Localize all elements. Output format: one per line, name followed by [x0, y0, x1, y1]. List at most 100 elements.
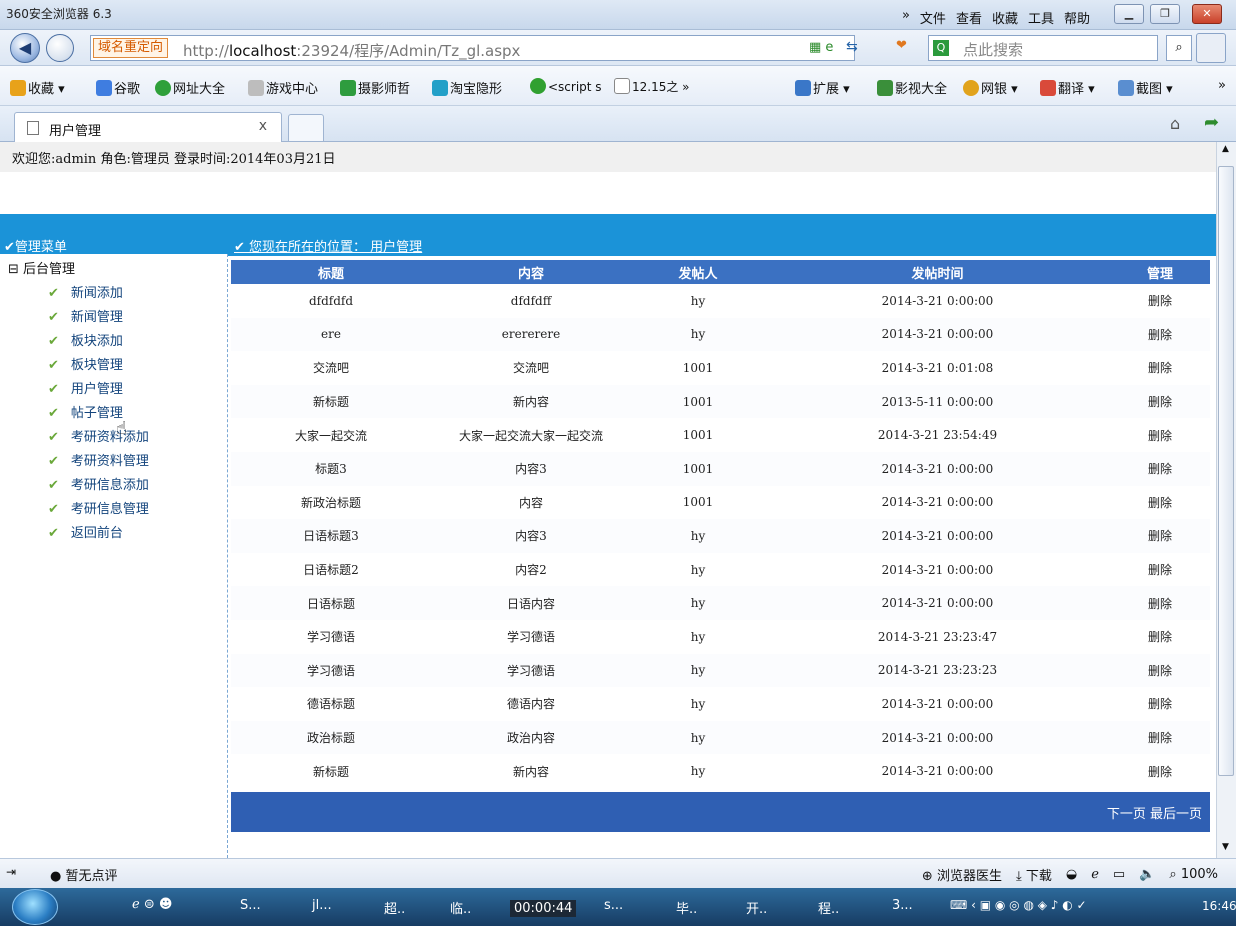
task-item-3[interactable]: 超..	[384, 898, 405, 917]
cell-delete[interactable]: 删除	[1110, 653, 1210, 688]
menu-back-to-front[interactable]: ✔ 返回前台	[48, 522, 123, 541]
fav-item-collect[interactable]: 收藏 ▾	[10, 78, 65, 97]
cell-delete[interactable]: 删除	[1110, 384, 1210, 419]
minimize-button[interactable]: ▁	[1114, 4, 1144, 24]
maximize-button[interactable]: ❐	[1150, 4, 1180, 24]
task-item-1[interactable]: S...	[240, 898, 261, 913]
cell-time: 2014-3-21 23:23:47	[765, 619, 1110, 654]
task-item-8[interactable]: 程..	[818, 898, 839, 917]
cell-delete[interactable]: 删除	[1110, 418, 1210, 452]
redirect-tag[interactable]: 域名重定向	[93, 38, 169, 58]
cell-delete[interactable]: 删除	[1110, 720, 1210, 755]
window-icon[interactable]: ▭	[1113, 867, 1125, 882]
bank-button[interactable]: 网银 ▾	[963, 78, 1018, 97]
screenshot-button[interactable]: 截图 ▾	[1118, 78, 1173, 97]
sound-icon[interactable]: 🔈	[1139, 867, 1155, 882]
quicklaunch-icons[interactable]: ℯ ⊜ ☻	[132, 897, 172, 912]
tray-icons[interactable]: ⌨ ‹ ▣ ◉ ◎ ◍ ◈ ♪ ◐ ✓	[950, 898, 1087, 912]
tab-user-management[interactable]: 用户管理 x	[14, 112, 282, 142]
refresh-icon[interactable]: ⇆	[846, 39, 858, 55]
url-text[interactable]: http://localhost:23924/程序/Admin/Tz_gl.as…	[183, 40, 520, 61]
fav-item-google[interactable]: 谷歌	[96, 78, 140, 97]
search-box[interactable]: Q 点此搜索	[928, 35, 1158, 61]
cell-delete[interactable]: 删除	[1110, 586, 1210, 620]
task-item-5[interactable]: s...	[604, 898, 623, 913]
video-button[interactable]: 影视大全	[877, 78, 947, 97]
fav-item-script[interactable]: <script s	[530, 78, 602, 94]
tab-close-icon[interactable]: x	[259, 118, 267, 134]
menu-help[interactable]: 帮助	[1064, 8, 1090, 27]
task-item-7[interactable]: 开..	[746, 898, 767, 917]
task-item-4[interactable]: 临..	[450, 898, 471, 917]
ie-icon[interactable]: ℯ	[1091, 867, 1099, 882]
menu-news-add[interactable]: ✔ 新闻添加	[48, 282, 123, 301]
menu-favorites[interactable]: 收藏	[992, 8, 1018, 27]
table-row: 交流吧 交流吧 1001 2014-3-21 0:01:08 删除	[231, 351, 1210, 385]
cell-delete[interactable]: 删除	[1110, 451, 1210, 486]
task-item-9[interactable]: 3...	[892, 898, 913, 913]
cell-delete[interactable]: 删除	[1110, 317, 1210, 352]
cell-delete[interactable]: 删除	[1110, 485, 1210, 520]
menu-user-manage[interactable]: ✔ 用户管理	[48, 378, 123, 397]
cell-delete[interactable]: 删除	[1110, 284, 1210, 318]
menu-board-manage[interactable]: ✔ 板块管理	[48, 354, 123, 373]
fav-item-urls[interactable]: 网址大全	[155, 78, 225, 97]
back-button[interactable]: ◀	[10, 33, 40, 63]
cell-delete[interactable]: 删除	[1110, 552, 1210, 587]
cell-time: 2014-3-21 0:00:00	[765, 754, 1110, 788]
cell-delete[interactable]: 删除	[1110, 351, 1210, 385]
cell-author: 1001	[631, 351, 765, 385]
qr-compat-icon[interactable]: ▦ e	[809, 40, 833, 55]
download-button[interactable]: ⤓ 下载	[1016, 865, 1052, 884]
user-avatar[interactable]	[1196, 33, 1226, 63]
close-window-button[interactable]: ✕	[1192, 4, 1222, 24]
cell-delete[interactable]: 删除	[1110, 754, 1210, 788]
start-button[interactable]	[12, 889, 58, 925]
menu-view[interactable]: 查看	[956, 8, 982, 27]
menu-news-manage[interactable]: ✔ 新闻管理	[48, 306, 123, 325]
sidebar-toggle-icon[interactable]: ⇥	[6, 865, 16, 879]
fav-item-photo[interactable]: 摄影师哲	[340, 78, 410, 97]
menu-file[interactable]: 文件	[920, 8, 946, 27]
zoom-control[interactable]: ⌕ 100%	[1169, 867, 1218, 882]
review-status[interactable]: ● 暂无点评	[50, 865, 118, 884]
pager-links[interactable]: 下一页 最后一页	[1107, 803, 1202, 822]
menu-more[interactable]: »	[902, 8, 910, 27]
task-item-6[interactable]: 毕..	[676, 898, 697, 917]
ext-button[interactable]: 扩展 ▾	[795, 78, 850, 97]
menu-tools[interactable]: 工具	[1028, 8, 1054, 27]
col-author: 发帖人	[631, 260, 765, 284]
translate-button[interactable]: 翻译 ▾	[1040, 78, 1095, 97]
undo-arrow-icon[interactable]: ➦	[1204, 112, 1219, 133]
favorite-heart-icon[interactable]: ❤	[896, 38, 907, 53]
scrollbar-thumb[interactable]	[1218, 166, 1234, 776]
menu-board-add[interactable]: ✔ 板块添加	[48, 330, 123, 349]
speed-icon[interactable]: ◒	[1066, 867, 1077, 882]
menu-exam-info-manage[interactable]: ✔ 考研信息管理	[48, 498, 149, 517]
cell-delete[interactable]: 删除	[1110, 687, 1210, 721]
cell-delete[interactable]: 删除	[1110, 619, 1210, 654]
forward-button[interactable]	[46, 34, 74, 62]
menu-exam-info-add[interactable]: ✔ 考研信息添加	[48, 474, 149, 493]
fav-item-1215[interactable]: 12.15之 »	[614, 78, 690, 95]
fav-item-games[interactable]: 游戏中心	[248, 78, 318, 97]
task-item-2[interactable]: jl...	[312, 898, 332, 913]
scroll-up-icon[interactable]: ▲	[1222, 144, 1229, 154]
col-content: 内容	[431, 260, 631, 284]
cell-delete[interactable]: 删除	[1110, 519, 1210, 553]
menu-exam-material-add[interactable]: ✔ 考研资料添加	[48, 426, 149, 445]
scroll-down-icon[interactable]: ▼	[1222, 842, 1229, 852]
fav-item-taobao[interactable]: 淘宝隐形	[432, 78, 502, 97]
check-icon: ✔	[48, 358, 59, 373]
search-engine-icon[interactable]: Q	[933, 40, 949, 56]
search-button[interactable]: ⌕	[1166, 35, 1192, 61]
home-icon[interactable]: ⌂	[1170, 114, 1180, 133]
tab-title: 用户管理	[49, 124, 102, 139]
menu-exam-material-manage[interactable]: ✔ 考研资料管理	[48, 450, 149, 469]
new-tab-button[interactable]	[288, 114, 324, 142]
browser-doctor-button[interactable]: ⊕ 浏览器医生	[922, 865, 1002, 884]
tree-root-admin[interactable]: ⊟ 后台管理	[8, 258, 75, 277]
address-bar[interactable]: 域名重定向 http://localhost:23924/程序/Admin/Tz…	[90, 35, 858, 61]
more-favorites[interactable]: »	[1218, 78, 1226, 93]
menu-post-manage[interactable]: ✔ 帖子管理	[48, 402, 123, 421]
